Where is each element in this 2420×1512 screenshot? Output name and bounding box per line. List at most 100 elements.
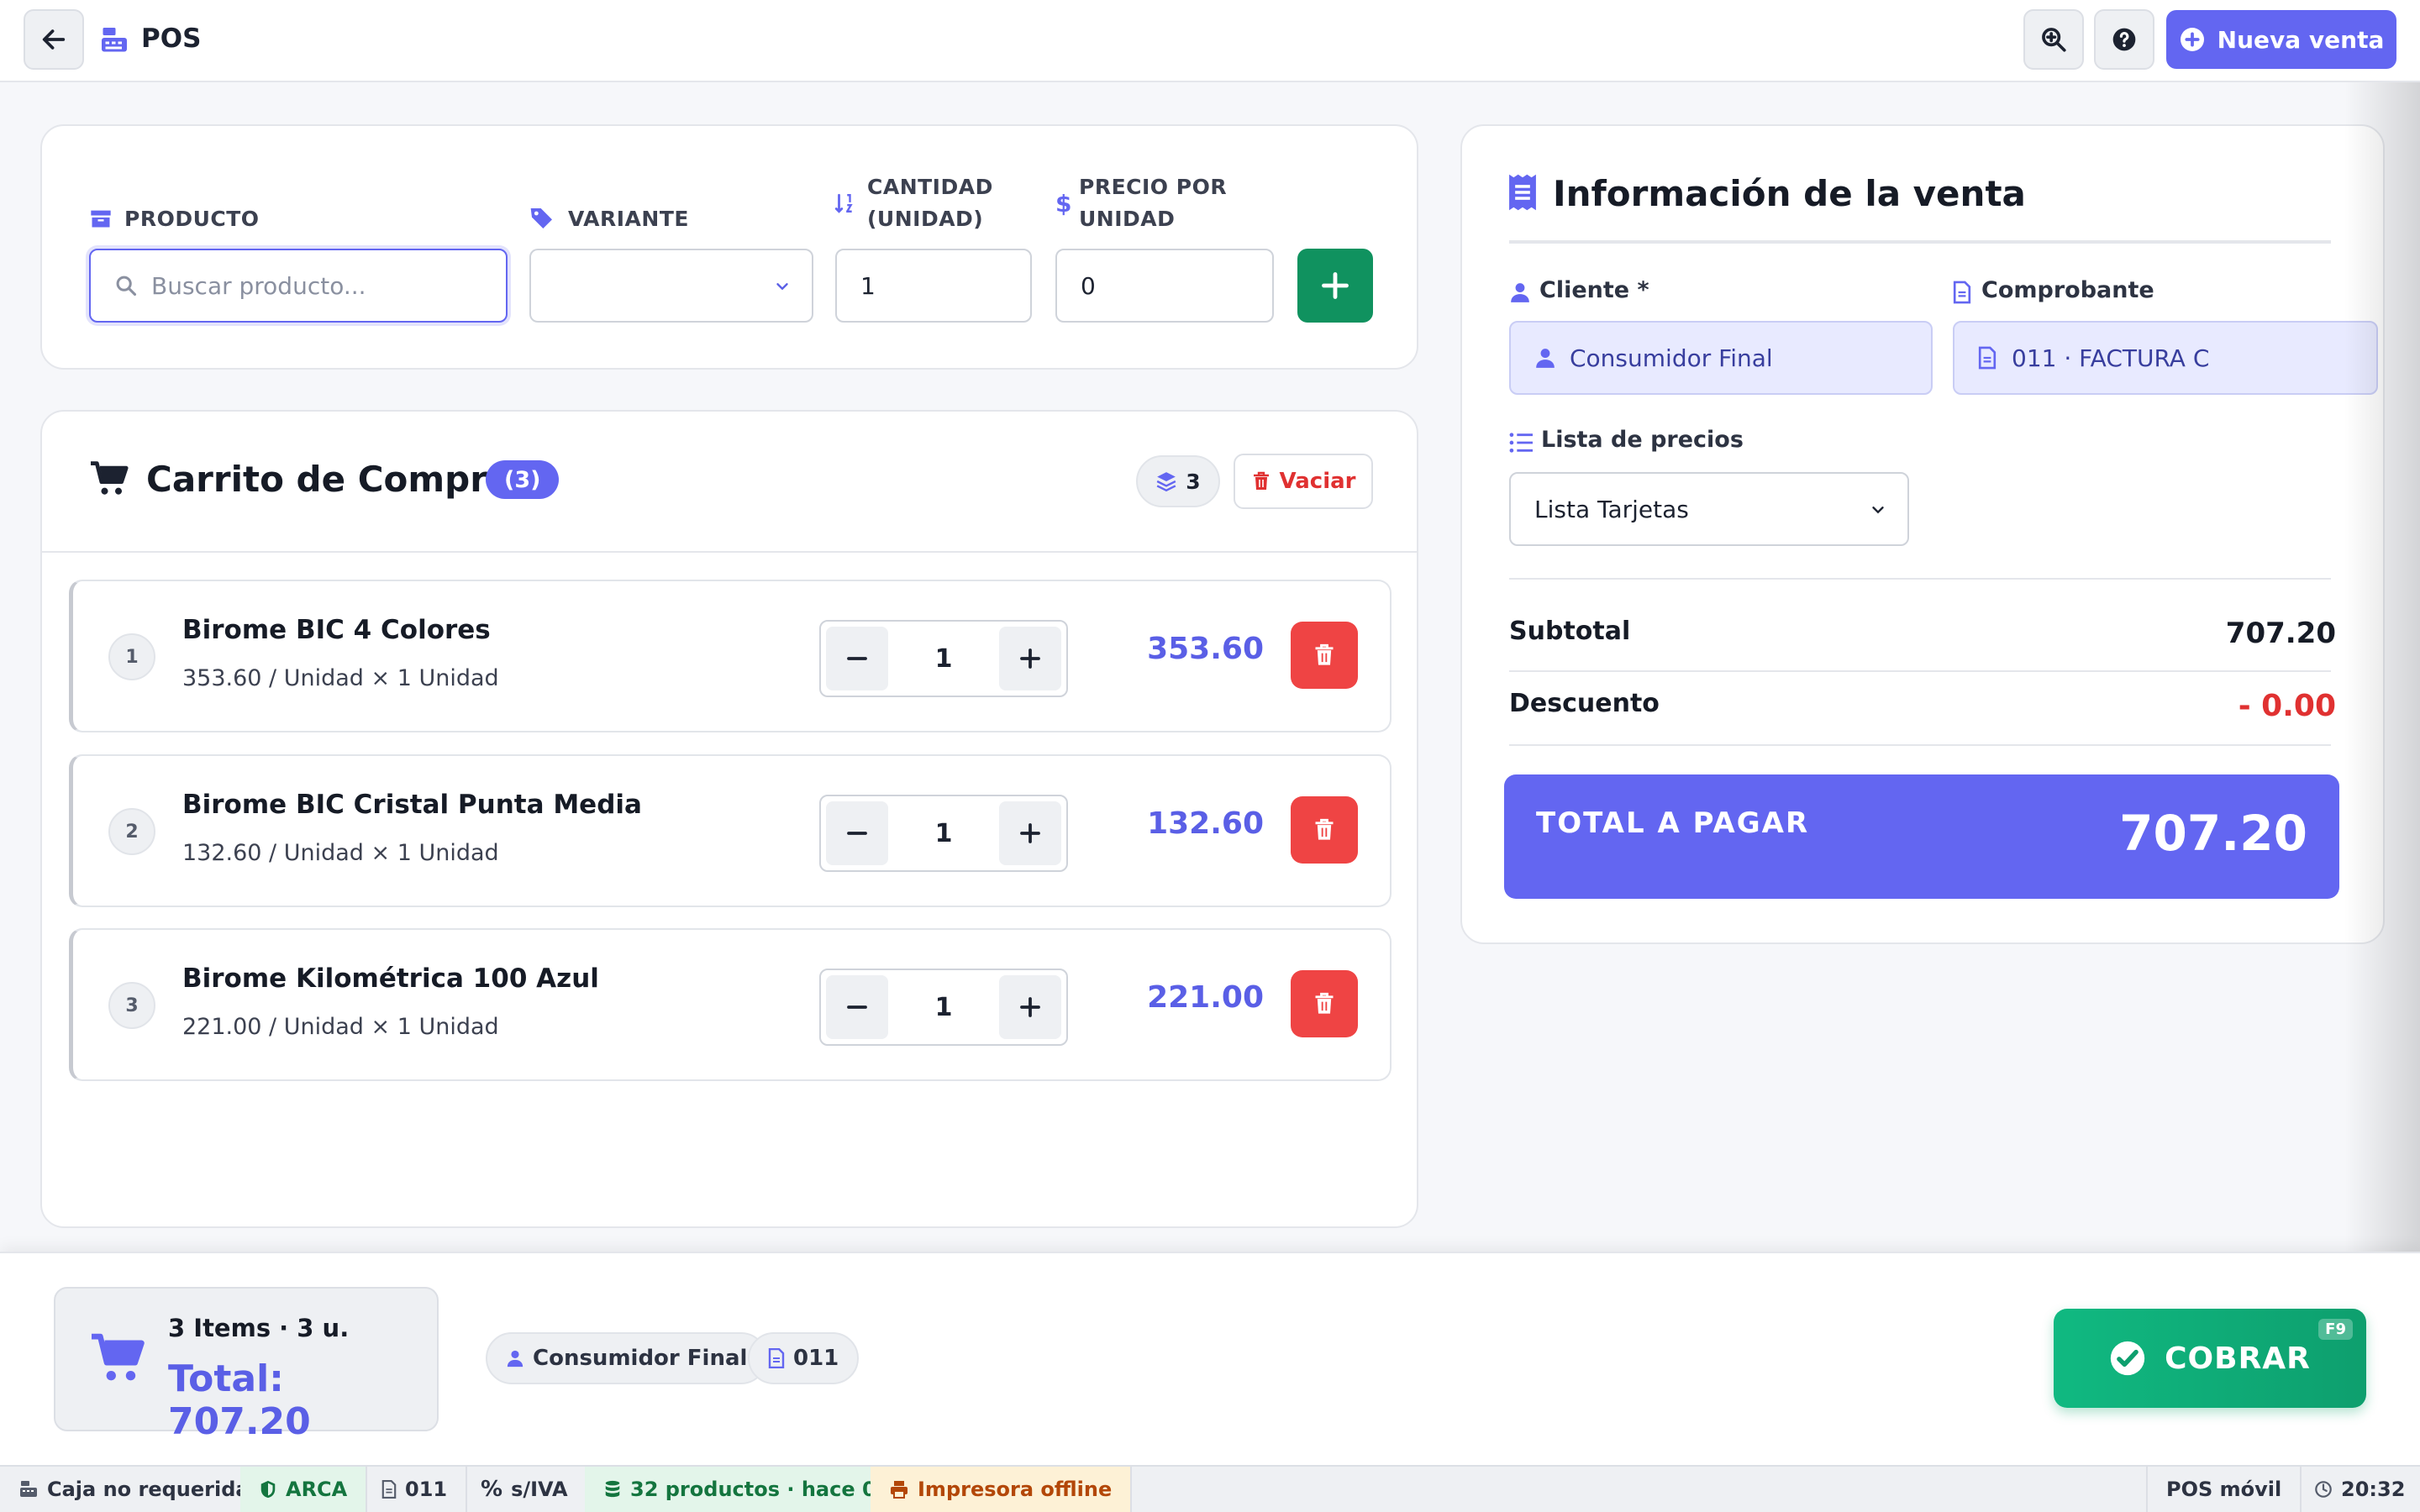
trash-icon <box>1315 818 1334 840</box>
item-name: Birome BIC Cristal Punta Media <box>182 790 642 820</box>
arrow-left-icon <box>42 29 66 50</box>
status-printer: Impresora offline <box>871 1467 1133 1512</box>
quantity-stepper: 1 <box>819 620 1068 697</box>
zoom-button[interactable] <box>2023 9 2084 70</box>
item-detail: 221.00 / Unidad × 1 Unidad <box>182 1014 499 1040</box>
product-search-input[interactable]: Buscar producto... <box>89 249 508 323</box>
help-button[interactable] <box>2094 9 2154 70</box>
total-value: 707.20 <box>2119 805 2307 862</box>
receipt-icon <box>1509 174 1536 211</box>
status-mode: POS móvil <box>2146 1467 2302 1512</box>
cart-item: 2 Birome BIC Cristal Punta Media 132.60 … <box>69 754 1392 907</box>
status-voucher: 011 <box>363 1467 468 1512</box>
voucher-label: Comprobante <box>1981 277 2154 303</box>
variant-select[interactable] <box>529 249 813 323</box>
decrease-button[interactable] <box>826 627 888 690</box>
item-number: 1 <box>108 633 155 680</box>
voucher-pill: 011 <box>748 1332 860 1384</box>
unit-price-input[interactable]: 0 <box>1055 249 1274 323</box>
divider <box>1509 670 2331 672</box>
minus-icon <box>847 657 867 660</box>
trash-icon <box>1315 992 1334 1014</box>
cash-register-icon <box>20 1481 37 1497</box>
pricelist-label: Lista de precios <box>1541 427 1744 453</box>
discount-value: - 0.00 <box>2238 689 2336 723</box>
charge-button[interactable]: COBRAR F9 <box>2054 1309 2366 1408</box>
chevron-down-icon <box>776 283 788 291</box>
item-price: 221.00 <box>1147 980 1264 1015</box>
quantity-value[interactable]: 1 <box>888 970 999 1044</box>
item-name: Birome Kilométrica 100 Azul <box>182 963 599 994</box>
plus-icon <box>1322 272 1349 299</box>
quantity-value[interactable]: 1 <box>888 796 999 870</box>
database-icon <box>605 1480 620 1498</box>
variant-label: VARIANTE <box>568 207 689 231</box>
trash-icon <box>1253 471 1269 490</box>
clear-cart-button[interactable]: Vaciar <box>1234 454 1373 509</box>
dollar-icon: $ <box>1055 190 1072 218</box>
status-arca: ARCA <box>240 1467 368 1512</box>
search-icon <box>116 276 137 297</box>
delete-item-button[interactable] <box>1291 970 1358 1037</box>
minus-icon <box>847 1005 867 1009</box>
question-icon <box>2112 28 2136 51</box>
units-badge: 3 <box>1136 455 1220 507</box>
status-products: 32 productos · hace 0s <box>585 1467 908 1512</box>
product-entry-card: PRODUCTO Buscar producto... VARIANTE CAN… <box>40 124 1418 370</box>
status-cash: Caja no requerida <box>0 1467 270 1512</box>
cart-icon <box>91 461 129 495</box>
quantity-label: CANTIDAD (UNIDAD) <box>867 175 993 231</box>
total-panel: TOTAL A PAGAR 707.20 <box>1504 774 2339 899</box>
pricelist-select[interactable]: Lista Tarjetas <box>1509 472 1909 546</box>
top-header: POS Nueva venta <box>0 0 2420 82</box>
client-selector[interactable]: Consumidor Final <box>1509 321 1933 395</box>
item-name: Birome BIC 4 Colores <box>182 615 491 645</box>
item-detail: 353.60 / Unidad × 1 Unidad <box>182 665 499 691</box>
delete-item-button[interactable] <box>1291 622 1358 689</box>
plus-circle-icon <box>2180 28 2204 51</box>
status-time: 20:32 <box>2296 1467 2420 1512</box>
check-circle-icon <box>2110 1341 2145 1376</box>
cart-count-badge: (3) <box>486 460 560 499</box>
increase-button[interactable] <box>999 975 1061 1039</box>
quantity-value[interactable]: 1 <box>888 622 999 696</box>
clock-icon <box>2315 1481 2332 1498</box>
client-pill: Consumidor Final <box>486 1332 768 1384</box>
back-button[interactable] <box>24 9 84 70</box>
item-detail: 132.60 / Unidad × 1 Unidad <box>182 840 499 866</box>
cart-divider <box>42 551 1417 553</box>
cart-title: Carrito de Compra <box>146 459 512 500</box>
page-title: POS <box>141 24 202 54</box>
total-label: TOTAL A PAGAR <box>1536 806 1810 840</box>
divider <box>1509 744 2331 746</box>
cart-item: 1 Birome BIC 4 Colores 353.60 / Unidad ×… <box>69 580 1392 732</box>
delete-item-button[interactable] <box>1291 796 1358 864</box>
item-number: 2 <box>108 808 155 855</box>
user-icon <box>1536 349 1555 368</box>
status-tax: % s/IVA <box>462 1467 588 1512</box>
divider <box>1509 578 2331 580</box>
decrease-button[interactable] <box>826 801 888 865</box>
trash-icon <box>1315 643 1334 665</box>
decrease-button[interactable] <box>826 975 888 1039</box>
quantity-input[interactable]: 1 <box>835 249 1032 323</box>
title-divider <box>1509 240 2331 244</box>
increase-button[interactable] <box>999 801 1061 865</box>
chevron-down-icon <box>1872 507 1884 514</box>
shortcut-badge: F9 <box>2318 1319 2353 1340</box>
voucher-selector[interactable]: 011 · FACTURA C <box>1953 321 2378 395</box>
plus-icon <box>1020 823 1040 843</box>
item-number: 3 <box>108 982 155 1029</box>
file-icon <box>1978 346 1996 370</box>
sort-numeric-icon <box>834 193 853 213</box>
add-product-button[interactable] <box>1297 249 1373 323</box>
percent-icon: % <box>481 1477 503 1502</box>
status-bar: Caja no requerida ARCA 011 % s/IVA 32 pr… <box>0 1465 2420 1512</box>
discount-label: Descuento <box>1509 689 1660 718</box>
sale-info-title: Información de la venta <box>1553 173 2026 214</box>
new-sale-button[interactable]: Nueva venta <box>2166 10 2396 69</box>
cart-item: 3 Birome Kilométrica 100 Azul 221.00 / U… <box>69 928 1392 1081</box>
quantity-stepper: 1 <box>819 969 1068 1046</box>
summary-items: 3 Items · 3 u. <box>168 1314 350 1342</box>
increase-button[interactable] <box>999 627 1061 690</box>
